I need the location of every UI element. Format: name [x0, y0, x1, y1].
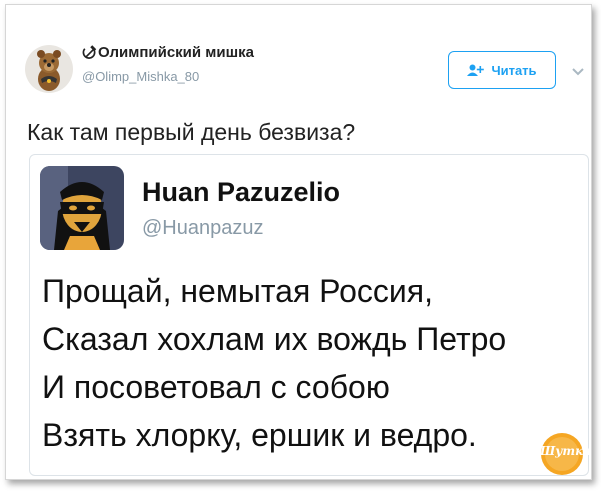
add-user-icon — [467, 64, 485, 76]
poem-line: И посоветовал с собою — [42, 369, 390, 405]
follow-button-label: Читать — [491, 62, 537, 78]
quoted-tweet-text: Прощай, немытая Россия, Сказал хохлам их… — [42, 267, 506, 459]
watermark-logo: Шутка — [540, 432, 591, 476]
quoted-user-avatar[interactable] — [40, 166, 124, 250]
quoted-display-name[interactable]: Huan Pazuzelio — [142, 177, 340, 208]
user-avatar[interactable] — [25, 45, 73, 93]
tweet-card: Олимпийский мишка @Olimp_Mishka_80 Читат… — [5, 4, 592, 480]
quoted-tweet[interactable]: Huan Pazuzelio @Huanpazuz Прощай, немыта… — [29, 154, 589, 476]
watermark-text: Шутка — [540, 444, 591, 458]
poem-line: Сказал хохлам их вождь Петро — [42, 321, 507, 357]
poem-line: Прощай, немытая Россия, — [42, 273, 433, 309]
hammer-sickle-icon — [82, 45, 97, 59]
quoted-handle[interactable]: @Huanpazuz — [142, 217, 263, 240]
poem-line: Взять хлорку, ершик и ведро. — [42, 417, 477, 453]
tweet-text: Как там первый день безвиза? — [27, 119, 356, 145]
follow-button[interactable]: Читать — [448, 51, 556, 89]
user-handle[interactable]: @Olimp_Mishka_80 — [82, 69, 199, 84]
user-display-name[interactable]: Олимпийский мишка — [98, 44, 254, 61]
chevron-down-icon[interactable] — [571, 67, 585, 77]
